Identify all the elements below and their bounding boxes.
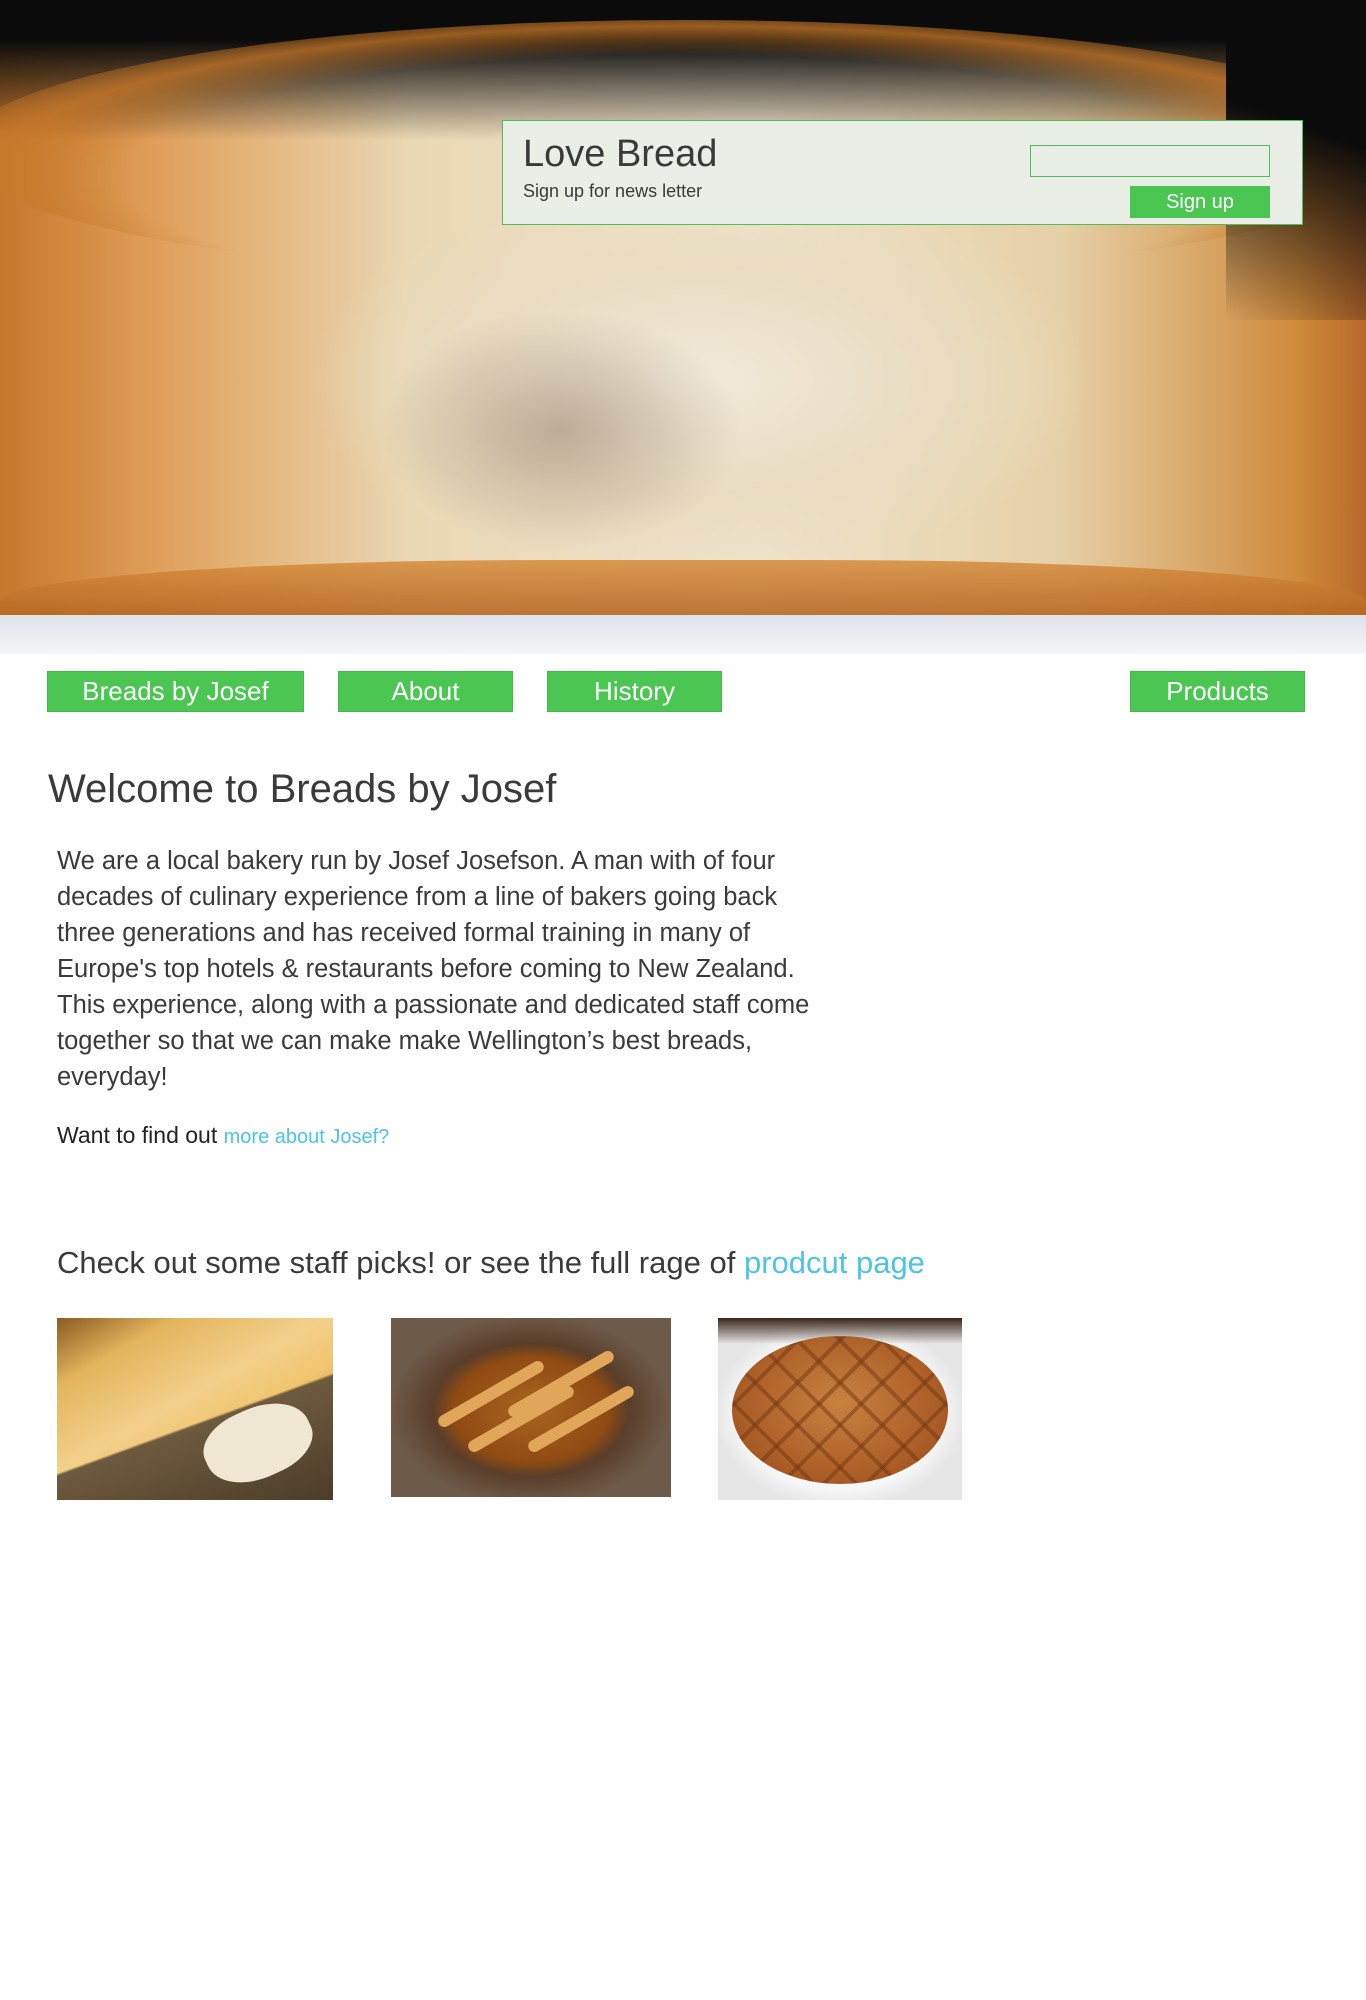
staff-picks-heading: Check out some staff picks! or see the f… xyxy=(57,1245,925,1281)
page-title: Welcome to Breads by Josef xyxy=(48,767,557,811)
hero-plate xyxy=(0,615,1366,654)
staff-pick-bread-3[interactable] xyxy=(718,1318,962,1500)
find-out-line: Want to find out more about Josef? xyxy=(57,1122,389,1149)
newsletter-title: Love Bread xyxy=(523,133,718,175)
staff-picks-text: Check out some staff picks! or see the f… xyxy=(57,1245,736,1280)
nav-products-button[interactable]: Products xyxy=(1130,671,1305,712)
intro-paragraph: We are a local bakery run by Josef Josef… xyxy=(57,847,810,1091)
find-out-text: Want to find out xyxy=(57,1122,218,1148)
cross-hatched-loaf xyxy=(732,1336,948,1484)
newsletter-email-input[interactable] xyxy=(1030,145,1270,177)
product-page-link[interactable]: prodcut page xyxy=(744,1245,925,1280)
nav-brand-button[interactable]: Breads by Josef xyxy=(47,671,304,712)
hero-bread-image xyxy=(0,0,1366,654)
newsletter-subtitle: Sign up for news letter xyxy=(523,181,703,201)
newsletter-panel: Love Bread Sign up for news letter Sign … xyxy=(502,120,1303,225)
signup-button[interactable]: Sign up xyxy=(1130,186,1270,218)
staff-pick-bread-1[interactable] xyxy=(57,1318,333,1500)
nav-about-button[interactable]: About xyxy=(338,671,513,712)
staff-pick-bread-2[interactable] xyxy=(391,1318,671,1497)
nav-history-button[interactable]: History xyxy=(547,671,722,712)
about-josef-link[interactable]: more about Josef? xyxy=(224,1126,390,1148)
cloth-shape xyxy=(193,1388,323,1498)
